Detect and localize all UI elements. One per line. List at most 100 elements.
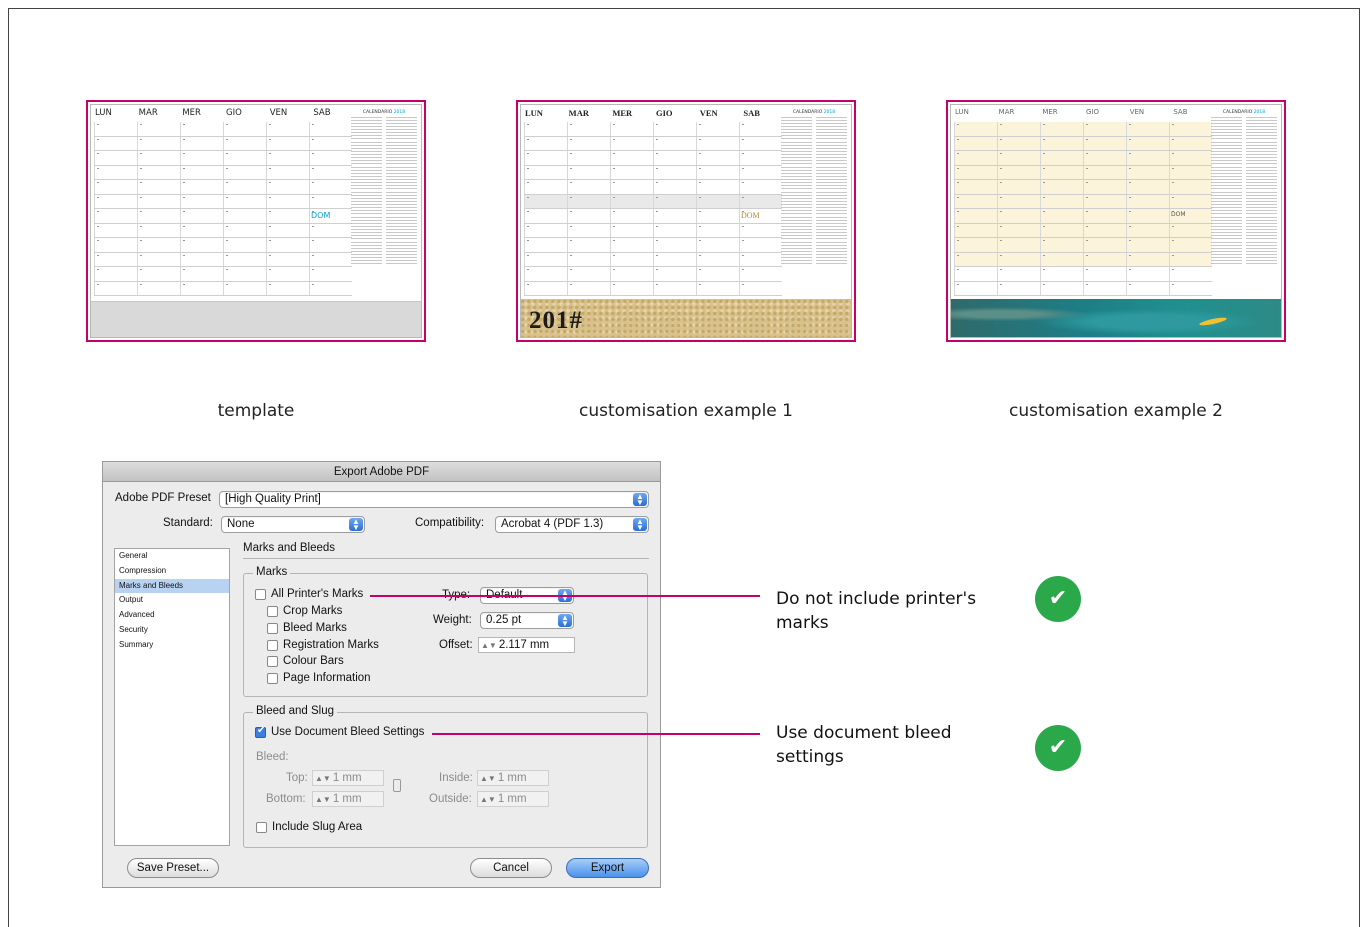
calendar-cell: [739, 122, 782, 136]
calendar-cell: [610, 209, 653, 223]
calendar-cell: [524, 151, 567, 165]
calendar-example-2-thumbnail: LUN MAR MER GIO VEN SAB DOM CALENDARIO 2018: [946, 100, 1286, 342]
mini-calendar-title: CALENDARIO 2018: [1222, 110, 1266, 115]
calendar-cell: [223, 267, 266, 281]
cancel-button[interactable]: Cancel: [470, 858, 552, 878]
chain-link-icon[interactable]: [393, 779, 401, 792]
bleed-outside-field[interactable]: ▲▼ 1 mm: [477, 791, 549, 807]
checkbox-checked-icon: [255, 725, 266, 738]
note-printers-marks: Do not include printer's marks: [776, 589, 977, 633]
calendar-cell: [223, 136, 266, 150]
weekday-label: GIO: [1086, 108, 1100, 116]
checkbox-box: [267, 605, 278, 617]
bleed-inside-field[interactable]: ▲▼ 1 mm: [477, 770, 549, 786]
calendar-cell: [653, 180, 696, 194]
calendar-cell: [954, 136, 997, 150]
calendar-cell: [137, 151, 180, 165]
nav-item-output[interactable]: Output: [115, 593, 229, 608]
calendar-cell: [524, 267, 567, 281]
outside-label: Outside:: [429, 793, 472, 805]
calendar-row: [954, 252, 1212, 267]
calendar-cell: [954, 252, 997, 266]
calendar-cell: [997, 165, 1040, 179]
calendar-row: [94, 165, 352, 180]
stepper-icon: ▲▼: [480, 774, 496, 783]
calendar-cell: [94, 151, 137, 165]
calendar-cell: [1040, 252, 1083, 266]
calendar-cell: [524, 136, 567, 150]
registration-marks-checkbox[interactable]: Registration Marks: [267, 639, 379, 651]
weight-value: 0.25 pt: [486, 614, 522, 626]
calendar-cell: [309, 136, 352, 150]
nav-item-general[interactable]: General: [115, 549, 229, 564]
bleed-bottom-field[interactable]: ▲▼ 1 mm: [312, 791, 384, 807]
calendar-cell: [94, 281, 137, 295]
export-pdf-dialog: Export Adobe PDF Adobe PDF Preset [High …: [102, 461, 661, 888]
marks-group-label: Marks: [253, 566, 291, 578]
compatibility-select[interactable]: Acrobat 4 (PDF 1.3) ▲ ▼: [495, 516, 649, 533]
calendar-cell: [524, 281, 567, 295]
calendar-cell: [266, 180, 309, 194]
calendar-cell: [653, 194, 696, 208]
calendar-cell: [567, 180, 610, 194]
calendar-cell: [739, 194, 782, 208]
calendar-cell: [1040, 165, 1083, 179]
colour-bars-checkbox[interactable]: Colour Bars: [267, 655, 344, 667]
weight-label: Weight:: [433, 614, 472, 626]
calendar-cell: [1083, 136, 1126, 150]
calendar-cell: [997, 238, 1040, 252]
use-document-bleed-checkbox[interactable]: Use Document Bleed Settings: [255, 725, 424, 738]
nav-item-summary[interactable]: Summary: [115, 638, 229, 653]
nav-item-marks-and-bleeds[interactable]: Marks and Bleeds: [115, 578, 229, 594]
weekday-header: LUN MAR MER GIO VEN SAB: [951, 108, 1213, 116]
calendar-cell: [94, 194, 137, 208]
calendar-cell: [1169, 281, 1212, 295]
calendar-cell: [739, 238, 782, 252]
calendar-row: [94, 136, 352, 151]
calendar-cell: [94, 136, 137, 150]
calendar-cell: [137, 238, 180, 252]
crop-marks-checkbox[interactable]: Crop Marks: [267, 605, 342, 617]
save-preset-button[interactable]: Save Preset...: [127, 858, 219, 878]
calendar-cell: [696, 281, 739, 295]
dropdown-arrows-icon: ▲ ▼: [633, 493, 647, 507]
calendar-cell: [1083, 165, 1126, 179]
calendar-cell: [223, 223, 266, 237]
bleed-marks-checkbox[interactable]: Bleed Marks: [267, 622, 347, 634]
calendar-cell: [180, 180, 223, 194]
calendar-cell: [309, 238, 352, 252]
nav-item-security[interactable]: Security: [115, 623, 229, 638]
weekday-label: SAB: [1173, 108, 1188, 116]
weekday-label: MAR: [568, 108, 589, 118]
page-information-checkbox[interactable]: Page Information: [267, 672, 371, 684]
calendar-cell: [696, 122, 739, 136]
calendar-cell: [180, 238, 223, 252]
calendar-example-1-thumbnail: LUN MAR MER GIO VEN SAB DOM CALENDARIO 2018 2…: [516, 100, 856, 342]
calendar-cell: [1126, 209, 1169, 223]
all-printers-marks-checkbox[interactable]: All Printer's Marks: [255, 588, 363, 600]
calendar-cell: [1126, 151, 1169, 165]
calendar-cell: [1083, 151, 1126, 165]
calendar-cell: [137, 209, 180, 223]
preset-select[interactable]: [High Quality Print] ▲ ▼: [219, 491, 649, 508]
calendar-cell: [309, 223, 352, 237]
bleed-top-field[interactable]: ▲▼ 1 mm: [312, 770, 384, 786]
export-button[interactable]: Export: [566, 858, 649, 878]
weight-select[interactable]: 0.25 pt ▲ ▼: [480, 612, 574, 629]
nav-item-advanced[interactable]: Advanced: [115, 608, 229, 623]
calendar-cell: [610, 194, 653, 208]
calendar-cell: [137, 267, 180, 281]
bleed-label: Bleed:: [256, 751, 289, 763]
include-slug-area-checkbox[interactable]: Include Slug Area: [256, 821, 362, 833]
calendar-cell: [567, 223, 610, 237]
offset-field[interactable]: ▲▼ 2.117 mm: [478, 637, 575, 653]
dialog-title: Export Adobe PDF: [103, 462, 660, 482]
calendar-cell: [223, 252, 266, 266]
calendar-cell: [223, 151, 266, 165]
calendar-cell: [223, 165, 266, 179]
calendar-cell: [567, 281, 610, 295]
calendar-cell: [1083, 209, 1126, 223]
nav-item-compression[interactable]: Compression: [115, 564, 229, 579]
checkmark-icon: ✔: [1035, 725, 1081, 771]
standard-select[interactable]: None ▲ ▼: [221, 516, 365, 533]
